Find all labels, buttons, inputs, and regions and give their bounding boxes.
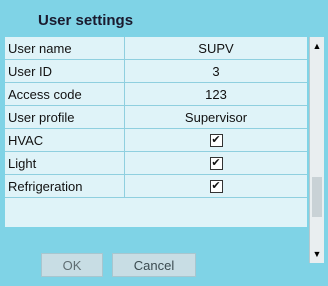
user-profile-value[interactable]: Supervisor bbox=[125, 106, 307, 128]
row-user-profile: User profile Supervisor bbox=[5, 106, 307, 129]
vertical-scrollbar[interactable]: ▲ ▼ bbox=[309, 37, 324, 263]
row-label: HVAC bbox=[5, 129, 125, 151]
row-label: Access code bbox=[5, 83, 125, 105]
row-label: Refrigeration bbox=[5, 175, 125, 197]
settings-grid: User name SUPV User ID 3 Access code 123… bbox=[5, 37, 307, 227]
user-name-value[interactable]: SUPV bbox=[125, 37, 307, 59]
row-label: User ID bbox=[5, 60, 125, 82]
row-label: User name bbox=[5, 37, 125, 59]
refrigeration-checkbox[interactable]: ✔ bbox=[209, 179, 223, 193]
row-hvac: HVAC ✔ bbox=[5, 129, 307, 152]
panel-title: User settings bbox=[38, 12, 134, 29]
access-code-value[interactable]: 123 bbox=[125, 83, 307, 105]
ok-button[interactable]: OK bbox=[41, 253, 103, 277]
user-id-value[interactable]: 3 bbox=[125, 60, 307, 82]
scroll-up-icon[interactable]: ▲ bbox=[310, 39, 324, 53]
row-user-id: User ID 3 bbox=[5, 60, 307, 83]
row-refrigeration: Refrigeration ✔ bbox=[5, 175, 307, 198]
hvac-checkbox[interactable]: ✔ bbox=[209, 133, 223, 147]
light-checkbox[interactable]: ✔ bbox=[209, 156, 223, 170]
row-light: Light ✔ bbox=[5, 152, 307, 175]
scroll-thumb[interactable] bbox=[312, 177, 322, 217]
row-access-code: Access code 123 bbox=[5, 83, 307, 106]
user-settings-panel: User settings User name SUPV User ID 3 A… bbox=[0, 0, 328, 286]
cancel-button[interactable]: Cancel bbox=[112, 253, 196, 277]
scroll-down-icon[interactable]: ▼ bbox=[310, 247, 324, 261]
row-label: User profile bbox=[5, 106, 125, 128]
row-label: Light bbox=[5, 152, 125, 174]
row-user-name: User name SUPV bbox=[5, 37, 307, 60]
